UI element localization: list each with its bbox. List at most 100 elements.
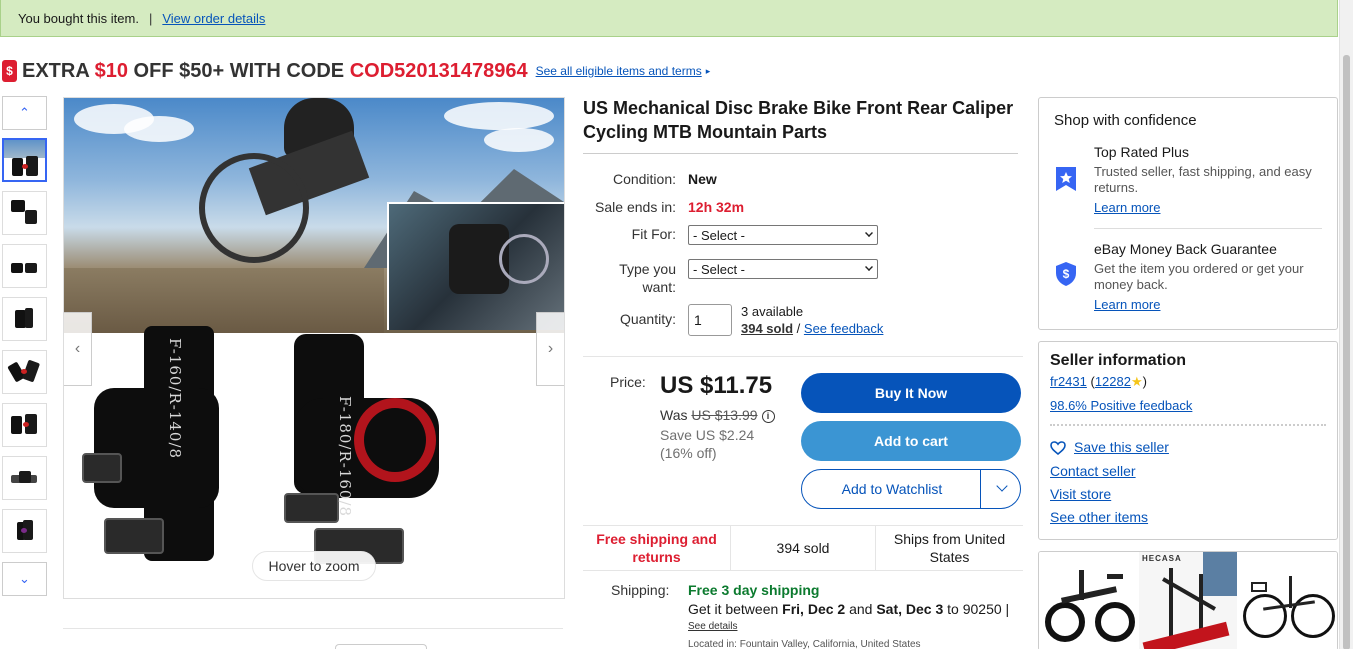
save-seller-link[interactable]: Save this seller xyxy=(1074,439,1169,455)
save-seller-row[interactable]: Save this seller xyxy=(1050,439,1169,456)
shop-with-confidence-panel: Shop with confidence Top Rated Plus Trus… xyxy=(1038,97,1338,330)
left-caliper-label: F-160/R-140/8 xyxy=(166,338,184,460)
dropdown-caret-icon xyxy=(865,229,873,237)
promo-part2: OFF $50+ WITH CODE xyxy=(127,59,350,82)
star-icon: ★ xyxy=(1130,374,1143,389)
scrollbar-thumb[interactable] xyxy=(1343,55,1350,649)
sponsored-item-3[interactable] xyxy=(1239,552,1337,649)
ad-brand-label: HECASA xyxy=(1142,554,1182,563)
banner-separator: | xyxy=(148,10,153,26)
shipping-label: Shipping: xyxy=(611,582,670,598)
type-label: Type you want: xyxy=(583,260,676,296)
savings-amount: Save US $2.24 xyxy=(660,427,755,443)
thumbnail-scroll-up-button[interactable]: ⌃ xyxy=(2,96,47,130)
quantity-label: Quantity: xyxy=(619,311,676,327)
delivery-date-start: Fri, Dec 2 xyxy=(782,601,846,617)
seller-name-line: fr2431 (12282★) xyxy=(1050,374,1147,390)
seller-name-link[interactable]: fr2431 xyxy=(1050,374,1087,389)
thumbnail-6[interactable] xyxy=(2,403,47,447)
chevron-down-icon[interactable] xyxy=(996,480,1008,492)
promo-part1: EXTRA xyxy=(22,59,95,82)
svg-text:$: $ xyxy=(1063,267,1070,281)
thumbnail-1[interactable] xyxy=(2,138,47,182)
top-rated-plus-desc: Trusted seller, fast shipping, and easy … xyxy=(1094,164,1312,195)
image-next-button[interactable]: › xyxy=(536,312,564,386)
money-back-title: eBay Money Back Guarantee xyxy=(1094,241,1277,257)
type-select[interactable]: - Select - xyxy=(688,259,878,279)
delivery-estimate: Get it between Fri, Dec 2 and Sat, Dec 3… xyxy=(688,601,1009,617)
score-open: ( xyxy=(1086,374,1095,389)
eligible-items-arrow-icon: ▸ xyxy=(705,65,711,76)
price-value: US $11.75 xyxy=(660,372,773,399)
add-to-watchlist-button[interactable]: Add to Watchlist xyxy=(801,469,1021,509)
thumbnail-7[interactable] xyxy=(2,456,47,500)
ships-from-line2: States xyxy=(929,549,970,565)
add-to-cart-button[interactable]: Add to cart xyxy=(801,421,1021,461)
see-feedback-link[interactable]: See feedback xyxy=(804,321,884,336)
right-caliper-bolt xyxy=(284,493,339,523)
left-caliper-bolt xyxy=(82,453,122,483)
quantity-input[interactable]: 1 xyxy=(688,304,732,336)
contact-seller-link[interactable]: Contact seller xyxy=(1050,463,1136,479)
sold-count-link[interactable]: 394 sold xyxy=(741,321,793,336)
eligible-items-link[interactable]: See all eligible items and terms xyxy=(536,64,702,78)
watchlist-label: Add to Watchlist xyxy=(841,481,943,497)
ships-from-highlight: Ships from United States xyxy=(876,526,1023,570)
fit-for-selected: - Select - xyxy=(693,227,746,243)
chevron-left-icon: ‹ xyxy=(74,340,81,357)
thumbnail-8[interactable] xyxy=(2,509,47,553)
buy-it-now-button[interactable]: Buy It Now xyxy=(801,373,1021,413)
promo-coupon-bar: $ EXTRA $10 OFF $50+ WITH CODE COD520131… xyxy=(2,56,710,86)
promo-amount: $10 xyxy=(94,59,128,82)
confidence-divider xyxy=(1094,228,1322,229)
feedback-score-link[interactable]: 12282 xyxy=(1095,374,1131,389)
thumbnail-3[interactable] xyxy=(2,244,47,288)
type-label-line1: Type you xyxy=(619,261,676,277)
visit-store-link[interactable]: Visit store xyxy=(1050,486,1111,502)
thumbnail-2[interactable] xyxy=(2,191,47,235)
promo-code: COD520131478964 xyxy=(349,59,528,82)
free-shipping-line1: Free shipping and xyxy=(596,531,717,547)
delivery-prefix: Get it between xyxy=(688,601,783,617)
available-count: 3 available xyxy=(741,304,804,319)
condition-label: Condition: xyxy=(612,171,676,187)
thumbnail-scroll-down-button[interactable]: ⌄ xyxy=(2,562,47,596)
dropdown-caret-icon xyxy=(865,263,873,271)
see-other-items-link[interactable]: See other items xyxy=(1050,509,1148,525)
chevron-down-icon: ⌄ xyxy=(19,571,30,586)
sponsored-item-1[interactable] xyxy=(1039,552,1137,649)
top-rated-plus-title: Top Rated Plus xyxy=(1094,144,1189,160)
coupon-tag-icon: $ xyxy=(2,60,17,82)
watchlist-divider xyxy=(980,470,981,508)
shipping-see-details-link[interactable]: See details xyxy=(688,621,737,632)
delivery-and: and xyxy=(845,601,877,617)
slash-separator: / xyxy=(796,321,801,336)
fit-for-select[interactable]: - Select - xyxy=(688,225,878,245)
top-rated-badge-icon xyxy=(1056,167,1076,191)
hover-to-zoom-hint: Hover to zoom xyxy=(252,551,376,581)
money-back-learn-more-link[interactable]: Learn more xyxy=(1094,297,1160,312)
image-prev-button[interactable]: ‹ xyxy=(64,312,92,386)
item-location: Located in: Fountain Valley, California,… xyxy=(688,639,921,649)
sale-ends-label: Sale ends in: xyxy=(595,199,676,215)
gallery-tab-stub[interactable] xyxy=(335,644,427,649)
main-product-image[interactable]: F-160/R-140/8 F-180/R-160/8 ‹ › Hover to… xyxy=(63,97,565,599)
details-divider xyxy=(583,356,1023,357)
caliper-inset-photo xyxy=(387,202,564,330)
gallery-divider xyxy=(63,628,563,629)
seller-information-panel: Seller information fr2431 (12282★) 98.6%… xyxy=(1038,341,1338,540)
page-scrollbar[interactable] xyxy=(1339,0,1353,649)
thumbnail-5[interactable] xyxy=(2,350,47,394)
highlights-strip: Free shipping and returns 394 sold Ships … xyxy=(583,525,1023,571)
delivery-suffix: to 90250 | xyxy=(943,601,1010,617)
sponsored-item-2[interactable]: HECASA xyxy=(1139,552,1237,649)
was-price-line: Was US $13.99 i xyxy=(660,407,775,423)
top-rated-learn-more-link[interactable]: Learn more xyxy=(1094,200,1160,215)
positive-feedback-link[interactable]: 98.6% Positive feedback xyxy=(1050,398,1192,413)
savings-percent: (16% off) xyxy=(660,445,717,461)
view-order-details-link[interactable]: View order details xyxy=(162,11,265,26)
heart-icon xyxy=(1050,441,1066,456)
info-icon[interactable]: i xyxy=(761,409,775,423)
thumbnail-4[interactable] xyxy=(2,297,47,341)
seller-divider xyxy=(1050,424,1326,426)
